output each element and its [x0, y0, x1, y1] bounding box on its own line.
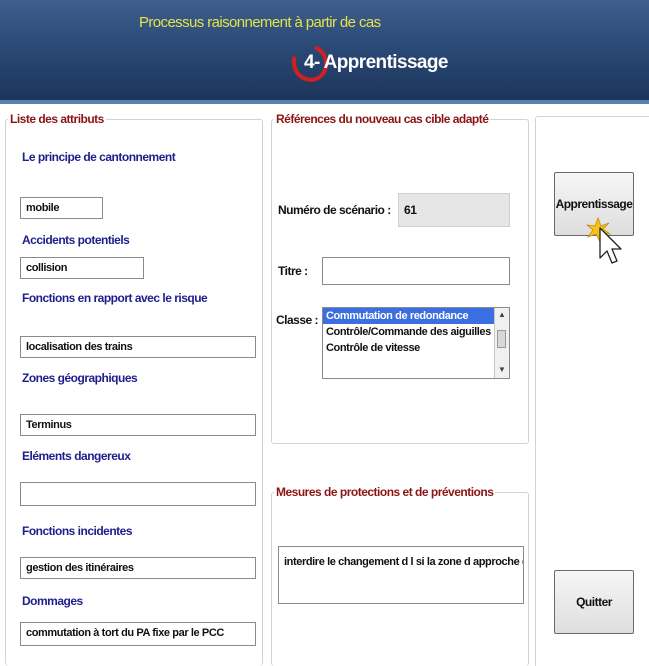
attr-field-fonctions-incidentes[interactable]: gestion des itinéraires: [20, 557, 256, 579]
attr-field-elements-dangereux[interactable]: [20, 482, 256, 506]
attr-label-fonctions-risque: Fonctions en rapport avec le risque: [22, 291, 208, 305]
scroll-up-arrow-icon[interactable]: ▲: [498, 310, 506, 319]
attr-label-cantonnement: Le principe de cantonnement: [22, 150, 176, 164]
class-option-vitesse[interactable]: Contrôle de vitesse: [323, 340, 498, 356]
class-listbox-scrollbar[interactable]: ▲ ▼: [494, 308, 509, 378]
attr-field-zones[interactable]: Terminus: [20, 414, 256, 436]
attr-field-fonctions-risque[interactable]: localisation des trains: [20, 336, 256, 358]
scenario-number-label: Numéro de scénario :: [278, 203, 391, 217]
scenario-number-field: 61: [398, 193, 510, 227]
attr-field-cantonnement[interactable]: mobile: [20, 197, 103, 219]
page-title: 4- Apprentissage: [304, 52, 448, 73]
title-field[interactable]: [322, 257, 510, 285]
attr-label-elements-dangereux: Eléments dangereux: [22, 449, 131, 463]
measures-panel-legend: Mesures de protections et de préventions: [276, 485, 494, 499]
header-divider: [0, 100, 649, 104]
title-label: Titre :: [278, 264, 308, 278]
class-label: Classe :: [276, 313, 319, 327]
references-panel-legend: Références du nouveau cas cible adapté: [276, 112, 489, 126]
attr-label-fonctions-incidentes: Fonctions incidentes: [22, 524, 133, 538]
attributes-panel: Liste des attributs: [5, 112, 263, 666]
quit-button[interactable]: Quitter: [554, 570, 634, 634]
scroll-down-arrow-icon[interactable]: ▼: [498, 365, 506, 374]
attr-label-accidents: Accidents potentiels: [22, 233, 130, 247]
attr-label-dommages: Dommages: [22, 594, 83, 608]
attr-label-zones: Zones géographiques: [22, 371, 138, 385]
process-breadcrumb: Processus raisonnement à partir de cas: [139, 14, 381, 31]
attr-field-dommages[interactable]: commutation à tort du PA fixe par le PCC: [20, 622, 256, 646]
class-option-aiguilles[interactable]: Contrôle/Commande des aiguilles: [323, 324, 498, 340]
scroll-thumb[interactable]: [497, 330, 506, 348]
mouse-cursor-icon: [586, 216, 622, 264]
attributes-panel-legend: Liste des attributs: [10, 112, 104, 126]
class-option-redondance[interactable]: Commutation de redondance: [323, 308, 498, 324]
attr-field-accidents[interactable]: collision: [20, 257, 144, 279]
class-listbox[interactable]: Commutation de redondance Contrôle/Comma…: [322, 307, 510, 379]
measures-field[interactable]: interdire le changement d l si la zone d…: [278, 546, 524, 604]
